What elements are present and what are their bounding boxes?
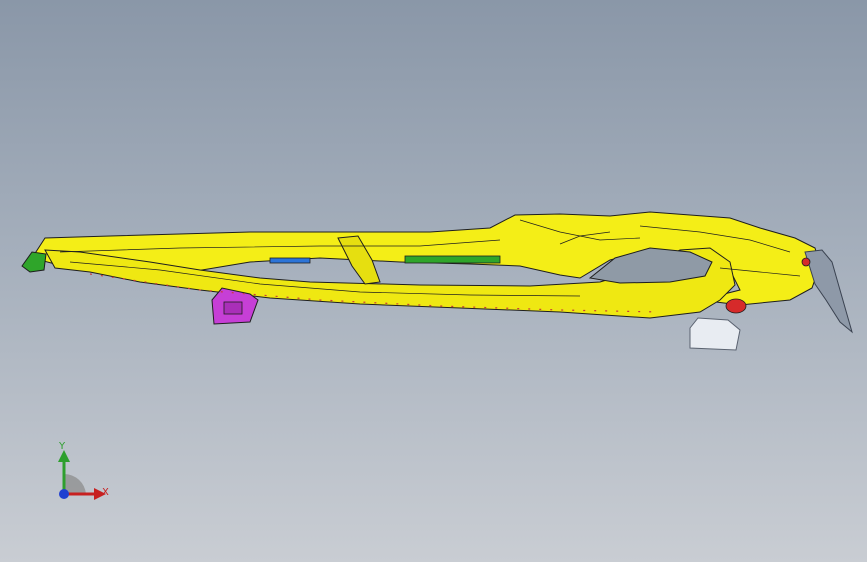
graphics-viewport[interactable]: Y X [0, 0, 867, 562]
x-axis-label: X [102, 487, 109, 498]
bracket-detail [223, 301, 243, 315]
red-accent-bottom [725, 298, 747, 314]
red-accent-right [801, 257, 811, 267]
y-axis-label: Y [59, 441, 66, 452]
z-axis-dot [59, 489, 69, 499]
right-end-assembly [804, 249, 853, 334]
cad-model[interactable] [0, 0, 867, 562]
coordinate-triad: Y X [40, 436, 130, 516]
triad-graphic [58, 450, 106, 500]
green-rail [404, 255, 501, 264]
blue-rail [269, 257, 311, 264]
left-end-cap [21, 251, 47, 273]
white-bracket [689, 317, 741, 351]
